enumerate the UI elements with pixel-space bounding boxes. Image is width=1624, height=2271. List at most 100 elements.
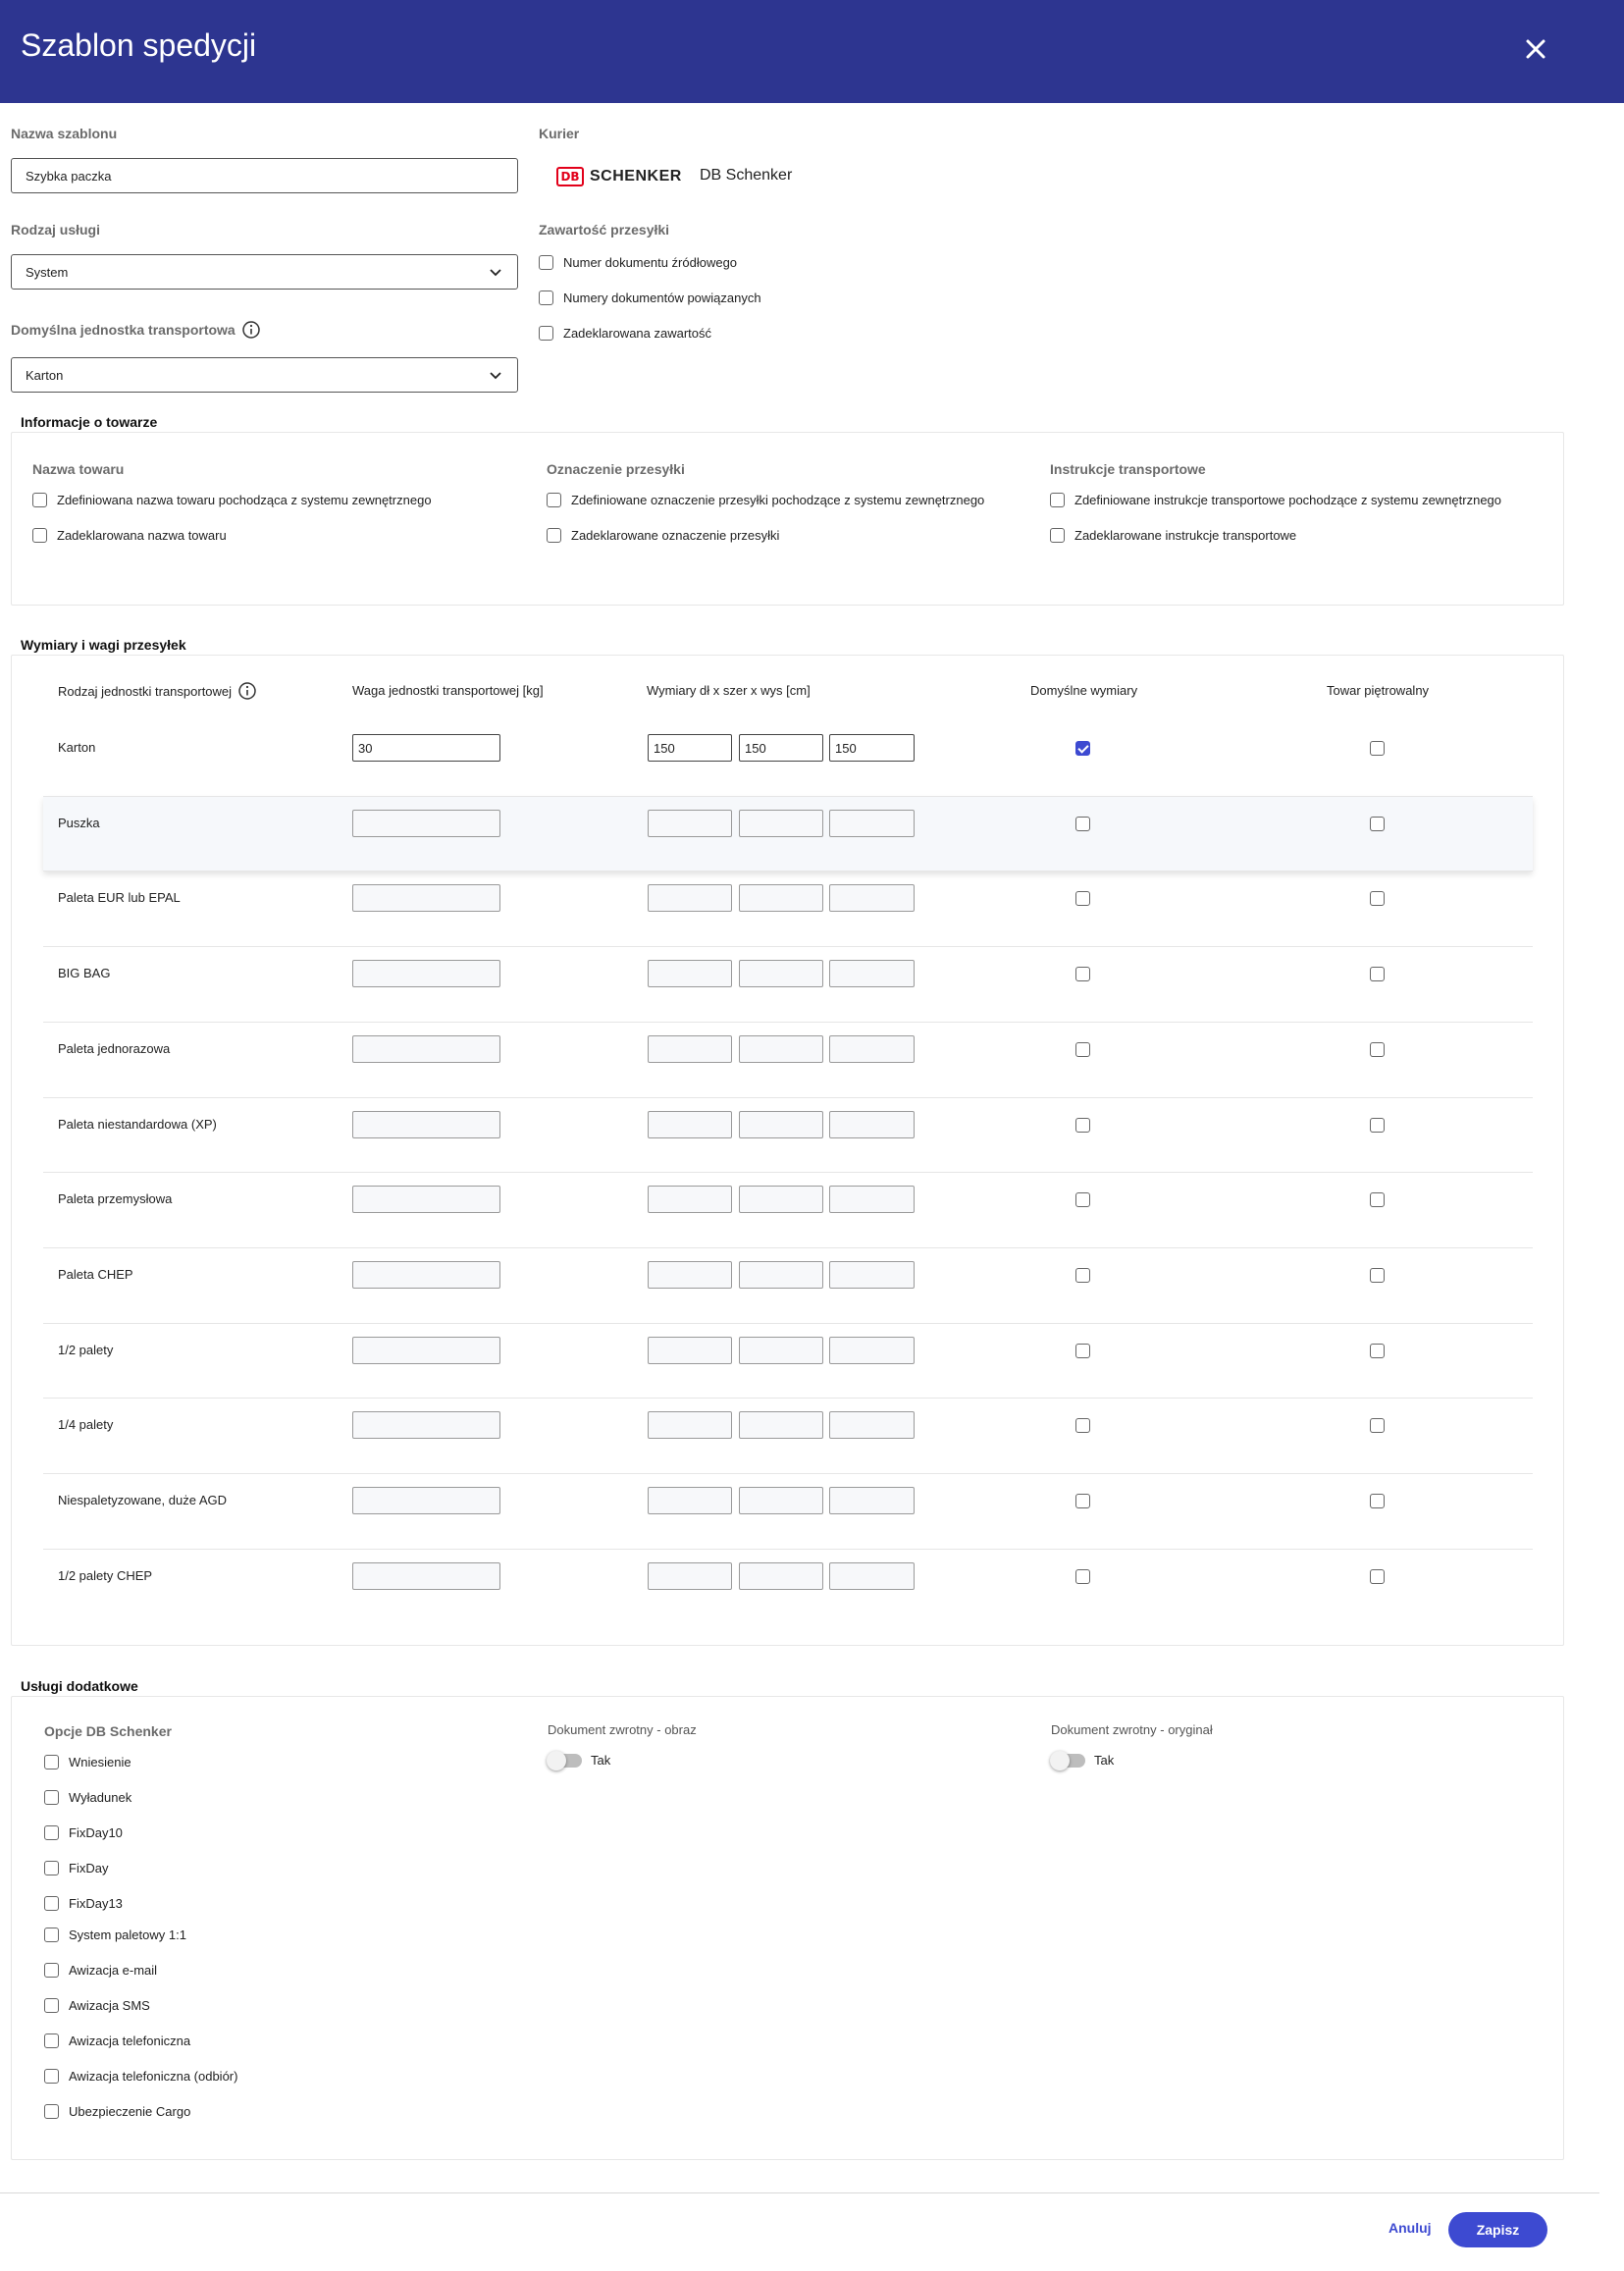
default-dims-checkbox[interactable] <box>1075 1042 1090 1057</box>
default-dims-checkbox[interactable] <box>1075 1192 1090 1207</box>
db-option-item[interactable]: System paletowy 1:1 <box>44 1928 186 1942</box>
template-name-input[interactable]: Szybka paczka <box>11 158 518 193</box>
stackable-checkbox[interactable] <box>1370 1042 1385 1057</box>
stackable-checkbox[interactable] <box>1370 891 1385 906</box>
transport-instructions-option[interactable]: Zdefiniowane instrukcje transportowe poc… <box>1050 493 1501 507</box>
height-input[interactable] <box>829 1562 915 1590</box>
stackable-checkbox[interactable] <box>1370 967 1385 981</box>
length-input[interactable] <box>648 1035 732 1063</box>
toggle-icon[interactable] <box>547 1750 582 1770</box>
weight-input[interactable] <box>352 1337 500 1364</box>
stackable-checkbox[interactable] <box>1370 1118 1385 1133</box>
save-button[interactable]: Zapisz <box>1448 2212 1547 2247</box>
return-doc-image-toggle[interactable]: Tak <box>547 1750 610 1770</box>
default-dims-checkbox[interactable] <box>1075 817 1090 831</box>
info-icon[interactable] <box>241 320 261 340</box>
height-input[interactable] <box>829 1186 915 1213</box>
weight-input[interactable] <box>352 884 500 912</box>
height-input[interactable] <box>829 810 915 837</box>
goods-name-option[interactable]: Zdefiniowana nazwa towaru pochodząca z s… <box>32 493 432 507</box>
length-input[interactable] <box>648 1186 732 1213</box>
height-input[interactable] <box>829 960 915 987</box>
db-option-item[interactable]: FixDay13 <box>44 1896 123 1911</box>
checkbox-icon[interactable] <box>547 528 561 543</box>
checkbox-icon[interactable] <box>44 2104 59 2119</box>
checkbox-icon[interactable] <box>44 1861 59 1875</box>
width-input[interactable] <box>739 1487 823 1514</box>
checkbox-icon[interactable] <box>32 493 47 507</box>
close-icon[interactable] <box>1516 29 1555 69</box>
weight-input[interactable] <box>352 960 500 987</box>
checkbox-icon[interactable] <box>539 326 553 341</box>
default-dims-checkbox[interactable] <box>1075 1418 1090 1433</box>
weight-input[interactable]: 30 <box>352 734 500 762</box>
goods-name-option[interactable]: Zadeklarowana nazwa towaru <box>32 528 227 543</box>
checkbox-icon[interactable] <box>44 1896 59 1911</box>
stackable-checkbox[interactable] <box>1370 817 1385 831</box>
width-input[interactable] <box>739 1261 823 1289</box>
height-input[interactable] <box>829 1111 915 1138</box>
height-input[interactable] <box>829 884 915 912</box>
contents-option[interactable]: Numer dokumentu źródłowego <box>539 255 737 270</box>
contents-option[interactable]: Zadeklarowana zawartość <box>539 326 711 341</box>
checkbox-icon[interactable] <box>32 528 47 543</box>
stackable-checkbox[interactable] <box>1370 1418 1385 1433</box>
height-input[interactable] <box>829 1261 915 1289</box>
db-option-item[interactable]: FixDay <box>44 1861 108 1875</box>
height-input[interactable] <box>829 1411 915 1439</box>
checkbox-icon[interactable] <box>547 493 561 507</box>
length-input[interactable] <box>648 1411 732 1439</box>
width-input[interactable] <box>739 884 823 912</box>
checkbox-icon[interactable] <box>44 1790 59 1805</box>
checkbox-icon[interactable] <box>44 1963 59 1978</box>
info-icon[interactable] <box>237 681 257 701</box>
db-option-item[interactable]: Wniesienie <box>44 1755 131 1769</box>
checkbox-icon[interactable] <box>44 1825 59 1840</box>
width-input[interactable] <box>739 1411 823 1439</box>
default-dims-checkbox[interactable] <box>1075 1494 1090 1508</box>
width-input[interactable] <box>739 1111 823 1138</box>
service-type-select[interactable]: System <box>11 254 518 290</box>
db-option-item[interactable]: Ubezpieczenie Cargo <box>44 2104 190 2119</box>
checkbox-icon[interactable] <box>1050 493 1065 507</box>
width-input[interactable]: 150 <box>739 734 823 762</box>
checkbox-icon[interactable] <box>44 2069 59 2084</box>
height-input[interactable]: 150 <box>829 734 915 762</box>
default-dims-checkbox[interactable] <box>1075 1268 1090 1283</box>
stackable-checkbox[interactable] <box>1370 1494 1385 1508</box>
weight-input[interactable] <box>352 1035 500 1063</box>
return-doc-original-toggle[interactable]: Tak <box>1050 1750 1114 1770</box>
default-dims-checkbox[interactable] <box>1075 1569 1090 1584</box>
stackable-checkbox[interactable] <box>1370 1268 1385 1283</box>
checkbox-icon[interactable] <box>44 2033 59 2048</box>
weight-input[interactable] <box>352 1562 500 1590</box>
length-input[interactable] <box>648 810 732 837</box>
length-input[interactable] <box>648 1337 732 1364</box>
weight-input[interactable] <box>352 1411 500 1439</box>
default-unit-select[interactable]: Karton <box>11 357 518 393</box>
stackable-checkbox[interactable] <box>1370 1569 1385 1584</box>
checkbox-icon[interactable] <box>44 1755 59 1769</box>
length-input[interactable] <box>648 1261 732 1289</box>
stackable-checkbox[interactable] <box>1370 1192 1385 1207</box>
height-input[interactable] <box>829 1337 915 1364</box>
width-input[interactable] <box>739 1337 823 1364</box>
default-dims-checkbox[interactable] <box>1075 741 1090 756</box>
transport-instructions-option[interactable]: Zadeklarowane instrukcje transportowe <box>1050 528 1296 543</box>
weight-input[interactable] <box>352 1261 500 1289</box>
weight-input[interactable] <box>352 1487 500 1514</box>
checkbox-icon[interactable] <box>539 290 553 305</box>
length-input[interactable] <box>648 1111 732 1138</box>
weight-input[interactable] <box>352 1186 500 1213</box>
contents-option[interactable]: Numery dokumentów powiązanych <box>539 290 761 305</box>
weight-input[interactable] <box>352 1111 500 1138</box>
shipment-mark-option[interactable]: Zadeklarowane oznaczenie przesyłki <box>547 528 779 543</box>
checkbox-icon[interactable] <box>44 1928 59 1942</box>
stackable-checkbox[interactable] <box>1370 1344 1385 1358</box>
length-input[interactable] <box>648 1487 732 1514</box>
default-dims-checkbox[interactable] <box>1075 1118 1090 1133</box>
length-input[interactable]: 150 <box>648 734 732 762</box>
shipment-mark-option[interactable]: Zdefiniowane oznaczenie przesyłki pochod… <box>547 493 984 507</box>
width-input[interactable] <box>739 810 823 837</box>
db-option-item[interactable]: Wyładunek <box>44 1790 131 1805</box>
